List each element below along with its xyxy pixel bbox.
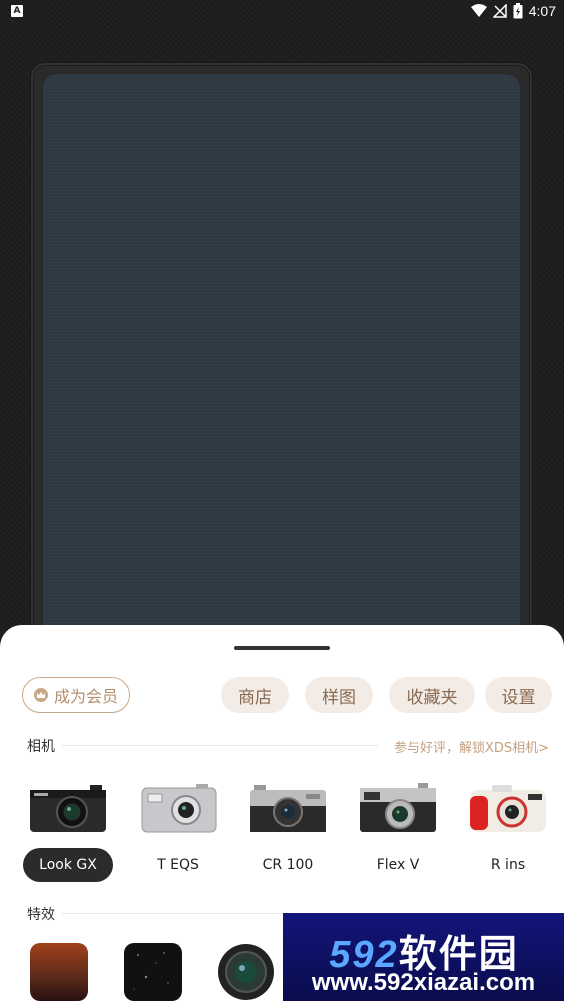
camera-label: T EQS	[157, 857, 199, 873]
drag-handle[interactable]	[234, 646, 330, 650]
battery-icon	[513, 3, 523, 19]
status-bar: A 4:07	[0, 0, 564, 24]
camera-look-gx-image	[30, 785, 106, 832]
status-icons: 4:07	[470, 3, 556, 19]
camera-cr-100-image	[250, 785, 326, 832]
divider	[62, 913, 283, 914]
unlock-camera-link[interactable]: 参与好评，解锁XDS相机>	[394, 737, 549, 756]
viewfinder-screen[interactable]	[43, 74, 520, 674]
signal-icon	[492, 4, 507, 18]
camera-item-look-gx[interactable]: Look GX	[23, 775, 113, 885]
camera-r-ins-image	[470, 785, 546, 832]
effect-dust-thumb[interactable]	[124, 943, 182, 1001]
lens-icon	[218, 944, 274, 1000]
settings-button[interactable]: 设置	[485, 677, 552, 713]
camera-t-eqs-image	[141, 784, 217, 833]
camera-label: Look GX	[23, 848, 113, 882]
camera-flex-v-image	[360, 783, 436, 832]
wifi-icon	[470, 4, 487, 17]
camera-label: Flex V	[376, 857, 420, 873]
shop-button[interactable]: 商店	[221, 677, 289, 713]
camera-item-t-eqs[interactable]: T EQS	[133, 775, 223, 885]
sample-images-button[interactable]: 样图	[305, 677, 373, 713]
camera-label: R ins	[490, 857, 526, 873]
effects-section-title: 特效	[27, 907, 55, 923]
status-time: 4:07	[528, 3, 556, 19]
divider	[62, 745, 378, 746]
effect-light-leak-thumb[interactable]	[30, 943, 88, 1001]
crown-icon	[33, 688, 48, 702]
favorites-button[interactable]: 收藏夹	[389, 677, 475, 713]
become-member-label: 成为会员	[53, 687, 118, 706]
effect-lens-thumb[interactable]	[217, 943, 275, 1001]
camera-item-r-ins[interactable]: R ins	[463, 775, 553, 885]
camera-item-cr-100[interactable]: CR 100	[243, 775, 333, 885]
camera-section-title: 相机	[27, 739, 55, 755]
notification-icon: A	[11, 5, 23, 17]
watermark-banner: 592软件园 www.592xiazai.com	[283, 913, 564, 1001]
dust-texture-icon	[133, 952, 169, 990]
watermark-url: www.592xiazai.com	[311, 969, 536, 996]
camera-item-flex-v[interactable]: Flex V	[353, 775, 443, 885]
camera-label: CR 100	[262, 857, 314, 873]
become-member-button[interactable]: 成为会员	[22, 677, 130, 713]
